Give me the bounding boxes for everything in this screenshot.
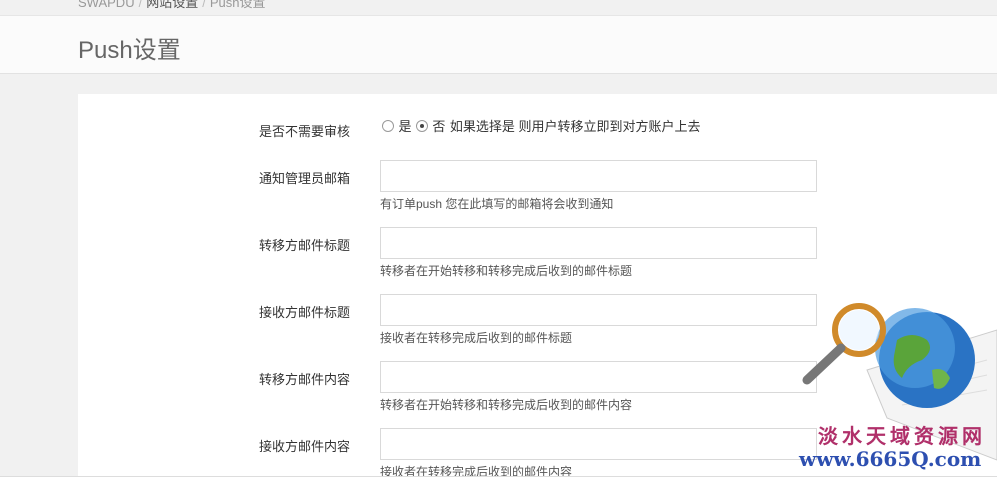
breadcrumb: SWAPDU / 网站设置 / Push设置 — [78, 0, 266, 10]
receiver-subject-help: 接收者在转移完成后收到的邮件标题 — [380, 331, 573, 345]
sender-subject-input[interactable] — [380, 227, 817, 259]
page-header: Push设置 — [0, 15, 997, 74]
receiver-content-input[interactable] — [380, 428, 817, 460]
sender-subject-help: 转移者在开始转移和转移完成后收到的邮件标题 — [380, 264, 633, 278]
breadcrumb-separator: / — [202, 0, 206, 10]
review-yes-label[interactable]: 是 — [398, 119, 411, 134]
receiver-content-label: 接收方邮件内容 — [259, 439, 351, 454]
breadcrumb-parent[interactable]: 网站设置 — [146, 0, 198, 10]
review-radio-group: 是 否 如果选择是 则用户转移立即到对方账户上去 — [382, 116, 700, 135]
breadcrumb-root[interactable]: SWAPDU — [78, 0, 135, 10]
sender-subject-label: 转移方邮件标题 — [259, 238, 351, 253]
sender-content-help: 转移者在开始转移和转移完成后收到的邮件内容 — [380, 398, 633, 412]
sender-content-input[interactable] — [380, 361, 817, 393]
breadcrumb-separator: / — [138, 0, 143, 10]
review-no-label[interactable]: 否 — [432, 119, 445, 134]
admin-email-label: 通知管理员邮箱 — [259, 171, 351, 186]
sender-content-label: 转移方邮件内容 — [259, 372, 351, 387]
admin-email-input[interactable] — [380, 160, 817, 192]
review-label: 是否不需要审核 — [259, 124, 351, 139]
breadcrumb-current: Push设置 — [209, 0, 266, 10]
page-title: Push设置 — [78, 37, 181, 64]
review-help: 如果选择是 则用户转移立即到对方账户上去 — [449, 119, 701, 134]
admin-email-help: 有订单push 您在此填写的邮箱将会收到通知 — [380, 197, 614, 211]
watermark-title: 淡水天域资源网 — [818, 424, 986, 448]
receiver-subject-input[interactable] — [380, 294, 817, 326]
watermark-url: www.6665Q.com — [799, 447, 982, 471]
review-yes-radio[interactable] — [382, 119, 394, 132]
review-no-radio[interactable] — [415, 119, 428, 132]
receiver-subject-label: 接收方邮件标题 — [259, 305, 351, 320]
